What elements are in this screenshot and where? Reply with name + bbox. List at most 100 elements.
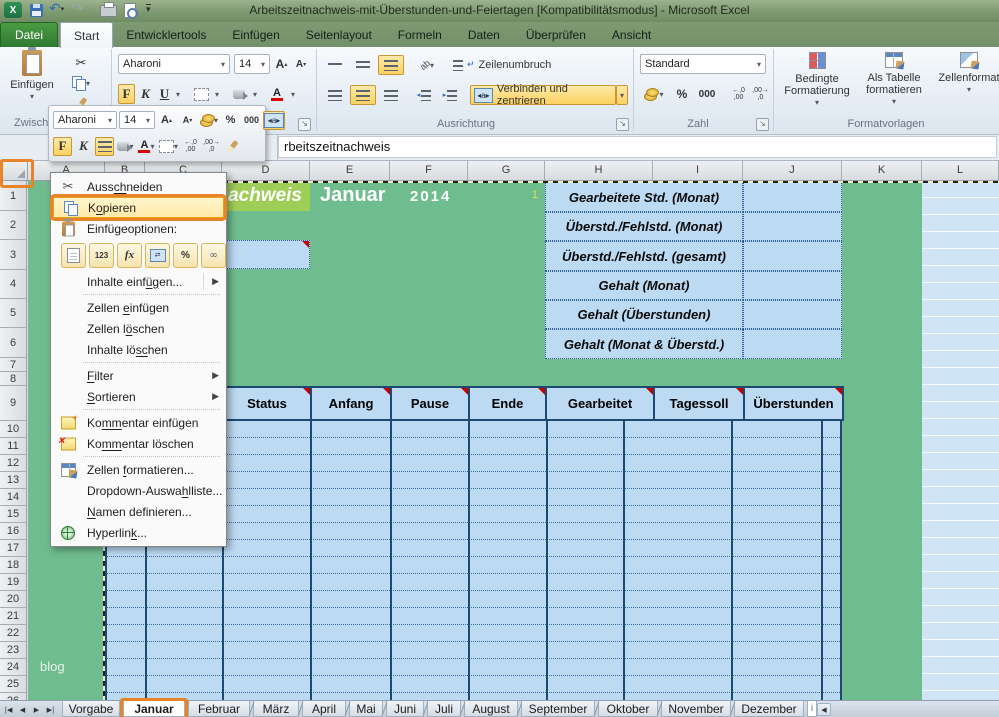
align-top-button[interactable] <box>322 55 348 75</box>
column-header-f[interactable]: F <box>390 161 468 180</box>
column-l-band[interactable] <box>922 181 999 700</box>
sheet-tab-i[interactable]: i <box>807 701 817 717</box>
bold-button[interactable]: F <box>118 84 135 104</box>
tab-start[interactable]: Start <box>60 22 113 48</box>
merge-center-button[interactable]: ◂a▸ Verbinden und zentrieren <box>470 85 616 105</box>
menu-item-ausschneiden[interactable]: ✂Ausschneiden <box>51 176 226 197</box>
font-dialog-launcher-icon[interactable]: ↘ <box>298 118 311 131</box>
summary-label-3[interactable]: Überstd./Fehlstd. (gesamt) <box>545 241 743 271</box>
alignment-dialog-launcher-icon[interactable]: ↘ <box>616 118 629 131</box>
mini-grow-font-button[interactable]: A▴ <box>157 111 176 130</box>
shrink-font-button[interactable]: A▾ <box>292 54 310 74</box>
undo-icon[interactable]: ↶▾ <box>49 1 64 17</box>
mini-bold-button[interactable]: F <box>53 137 72 156</box>
excel-logo-icon[interactable]: X <box>4 2 22 18</box>
mini-merge-center-button[interactable]: ◂a▸ <box>263 111 285 130</box>
sheet-tab-november[interactable]: November <box>661 701 731 717</box>
decrease-decimal-button[interactable]: ,00→ ,0 <box>750 84 771 104</box>
sheet-tab-februar[interactable]: Februar <box>188 701 250 717</box>
column-header-e[interactable]: E <box>310 161 390 180</box>
mini-font-size-combo[interactable]: 14▾ <box>119 111 155 129</box>
print-icon[interactable] <box>100 5 117 17</box>
format-as-table-button[interactable]: Als Tabelle formatieren ▾ <box>858 52 930 108</box>
qat-customize-icon[interactable]: ▾ <box>146 4 151 15</box>
sheet-tab-juni[interactable]: Juni <box>386 701 424 717</box>
sheet-tab-mai[interactable]: Mai <box>349 701 383 717</box>
menu-item-zellen-formatieren[interactable]: Zellen formatieren... <box>51 459 226 480</box>
font-color-button[interactable]: A <box>266 84 288 104</box>
sheet-tab-vorgabe[interactable]: Vorgabe <box>62 701 120 717</box>
underline-button[interactable]: U <box>156 84 173 104</box>
menu-item-filter[interactable]: Filter▶ <box>51 365 226 386</box>
decrease-indent-button[interactable]: ◂ <box>412 85 436 105</box>
fill-color-dropdown[interactable]: ▾ <box>250 84 260 104</box>
row-header-3[interactable]: 3 <box>0 240 27 270</box>
table-header-anfang[interactable]: Anfang <box>310 386 392 421</box>
paste-option-transpose-icon[interactable]: ⇄ <box>145 243 170 268</box>
italic-button[interactable]: K <box>137 84 154 104</box>
row-header-8[interactable]: 8 <box>0 372 27 386</box>
font-name-combo[interactable]: Aharoni▾ <box>118 54 230 74</box>
conditional-formatting-button[interactable]: Bedingte Formatierung ▾ <box>780 52 854 109</box>
paste-option-formulas-fx-icon[interactable]: fx <box>117 243 142 268</box>
number-format-combo[interactable]: Standard▾ <box>640 54 766 74</box>
increase-indent-button[interactable]: ▸ <box>438 85 462 105</box>
table-header-pause[interactable]: Pause <box>390 386 470 421</box>
menu-item-sortieren[interactable]: Sortieren▶ <box>51 386 226 407</box>
grow-font-button[interactable]: A▴ <box>272 54 291 74</box>
summary-label-6[interactable]: Gehalt (Monat & Überstd.) <box>545 329 743 359</box>
tab-entwicklertools[interactable]: Entwicklertools <box>113 22 219 47</box>
column-header-h[interactable]: H <box>545 161 653 180</box>
summary-label-1[interactable]: Gearbeitete Std. (Monat) <box>545 182 743 212</box>
month-title-cell[interactable]: Januar <box>320 184 386 207</box>
row-header-17[interactable]: 17 <box>0 540 27 557</box>
row-header-6[interactable]: 6 <box>0 328 27 358</box>
accounting-format-button[interactable]: ▾ <box>640 84 668 104</box>
year-cell[interactable]: 2014 <box>410 188 451 205</box>
summary-value-6[interactable] <box>743 329 842 359</box>
tab-datei[interactable]: Datei <box>0 22 58 47</box>
paste-option-values-123-icon[interactable]: 123 <box>89 243 114 268</box>
print-preview-icon[interactable] <box>124 3 136 18</box>
menu-item-namen-definieren[interactable]: Namen definieren... <box>51 501 226 522</box>
paste-option-formatting-percent-icon[interactable]: % <box>173 243 198 268</box>
column-header-l[interactable]: L <box>922 161 999 180</box>
prev-sheet-button[interactable]: ◀ <box>16 703 29 716</box>
summary-label-2[interactable]: Überstd./Fehlstd. (Monat) <box>545 212 743 241</box>
scroll-left-button[interactable]: ◀ <box>817 703 831 716</box>
tab-überprüfen[interactable]: Überprüfen <box>513 22 599 47</box>
comma-style-button[interactable]: 000 <box>694 84 720 104</box>
number-dialog-launcher-icon[interactable]: ↘ <box>756 118 769 131</box>
row-header-21[interactable]: 21 <box>0 608 27 625</box>
paste-option-link-icon[interactable]: ∞ <box>201 243 226 268</box>
mini-align-center-button[interactable] <box>95 137 114 156</box>
paste-option-paste-icon[interactable] <box>61 243 86 268</box>
menu-item-inhalte-einfügen[interactable]: Inhalte einfügen...▶ <box>51 271 226 292</box>
menu-item-kopieren[interactable]: Kopieren <box>53 197 224 218</box>
tab-ansicht[interactable]: Ansicht <box>599 22 664 47</box>
orientation-button[interactable]: ab▾ <box>412 55 442 75</box>
summary-value-4[interactable] <box>743 271 842 300</box>
mini-increase-decimal-button[interactable]: ←,0 ,00 <box>181 137 200 156</box>
tab-einfügen[interactable]: Einfügen <box>219 22 292 47</box>
mini-shrink-font-button[interactable]: A▾ <box>178 111 197 130</box>
percent-style-button[interactable]: % <box>672 84 692 104</box>
mini-fill-color-button[interactable]: ▾ <box>116 137 135 156</box>
row-header-15[interactable]: 15 <box>0 506 27 523</box>
column-header-i[interactable]: I <box>653 161 743 180</box>
table-header-überstunden[interactable]: Überstunden <box>743 386 844 421</box>
table-header-status[interactable]: Status <box>222 386 312 421</box>
increase-decimal-button[interactable]: ←,0 ,00 <box>728 84 749 104</box>
cell-styles-button[interactable]: Zellenformat ▾ <box>934 52 999 96</box>
row-header-22[interactable]: 22 <box>0 625 27 642</box>
cut-button[interactable]: ✂ <box>64 54 98 72</box>
mini-borders-button[interactable]: ▾ <box>158 137 179 156</box>
underline-dropdown[interactable]: ▾ <box>173 84 183 104</box>
summary-value-1[interactable] <box>743 182 842 212</box>
paste-button[interactable]: Einfügen ▾ <box>6 50 58 103</box>
formula-bar-input[interactable]: rbeitszeitnachweis <box>278 136 997 158</box>
align-middle-button[interactable] <box>350 55 376 75</box>
summary-label-4[interactable]: Gehalt (Monat) <box>545 271 743 300</box>
mini-comma-button[interactable]: 000 <box>242 111 261 130</box>
menu-item-dropdown-auswahlliste[interactable]: Dropdown-Auswahlliste... <box>51 480 226 501</box>
